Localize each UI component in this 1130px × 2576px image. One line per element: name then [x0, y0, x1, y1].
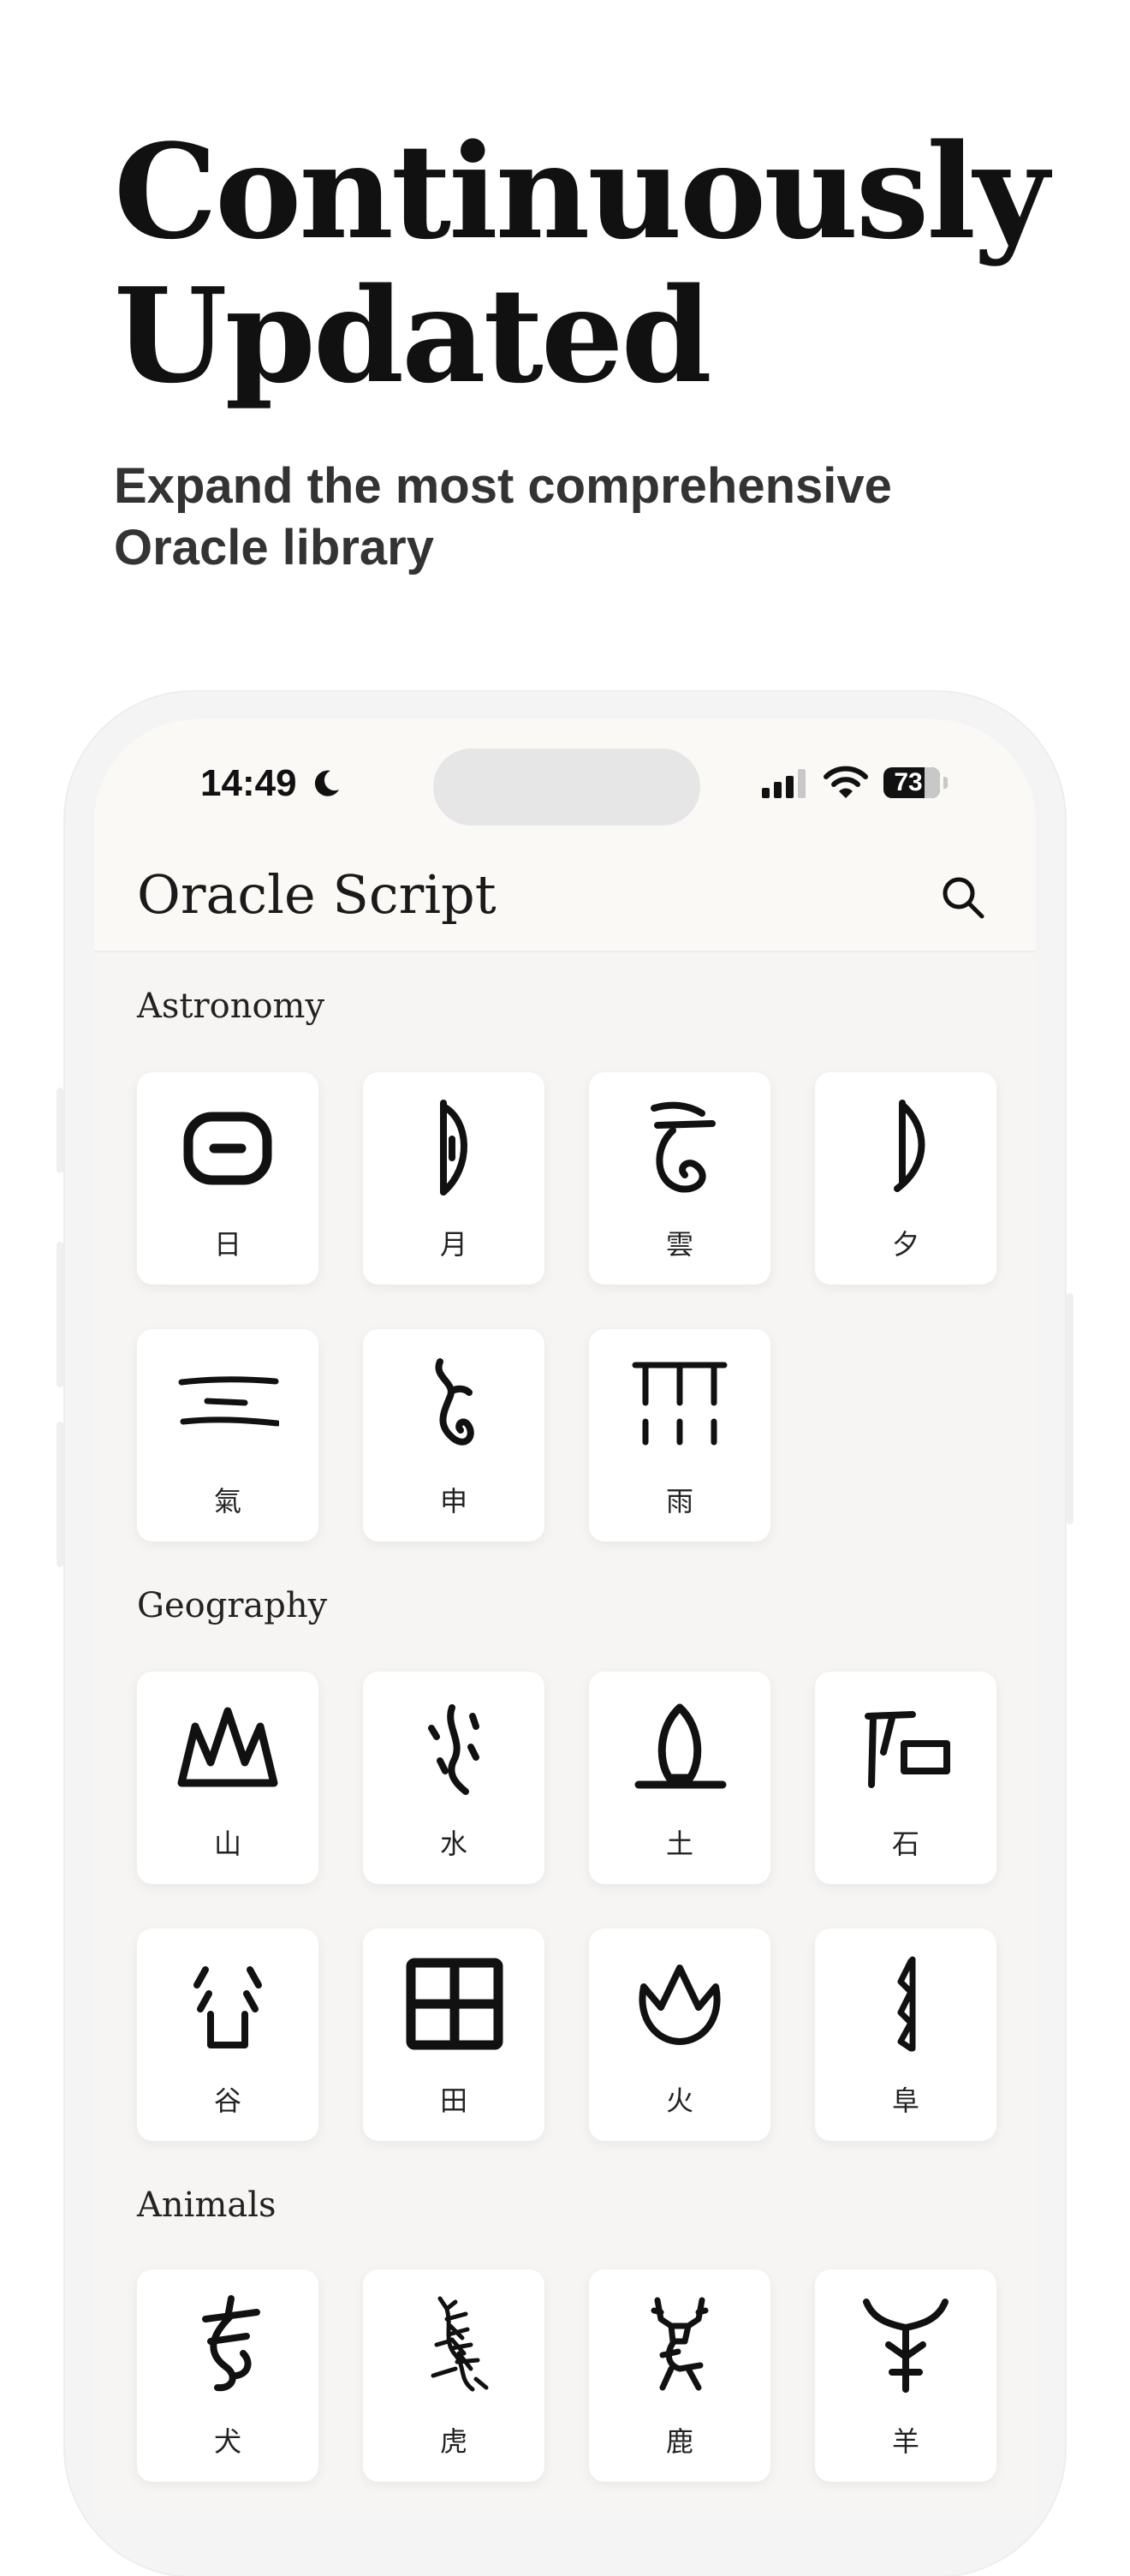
- phone-volume-down-button: [56, 1422, 63, 1567]
- oracle-glyph-tiger-icon: [431, 2296, 489, 2392]
- char-card-fu[interactable]: 阜: [815, 1929, 996, 2141]
- hero: Continuously Updated Expand the most com…: [114, 120, 1056, 579]
- section-title-geography: Geography: [137, 1586, 328, 1625]
- hero-subtitle: Expand the most comprehensive Oracle lib…: [114, 456, 1056, 579]
- hero-title-line1: Continuously: [114, 115, 1049, 268]
- oracle-glyph-sun-icon: [183, 1112, 272, 1185]
- phone-side-button: [56, 1088, 63, 1173]
- char-card-yu[interactable]: 雨: [589, 1329, 770, 1541]
- oracle-glyph-valley-icon: [193, 1966, 262, 2048]
- char-label: 虎: [439, 2425, 467, 2458]
- section-title-astronomy: Astronomy: [137, 987, 325, 1026]
- wifi-icon: [824, 766, 868, 798]
- char-card-yun[interactable]: 雲: [589, 1072, 770, 1285]
- oracle-glyph-qi-icon: [178, 1376, 279, 1427]
- char-label: 雲: [665, 1228, 693, 1261]
- char-label: 谷: [213, 2084, 241, 2117]
- char-label: 田: [439, 2084, 467, 2117]
- hero-title-line2: Updated: [114, 259, 712, 412]
- char-label: 日: [213, 1228, 241, 1261]
- char-card-huo[interactable]: 火: [589, 1929, 770, 2141]
- char-card-quan[interactable]: 犬: [137, 2269, 318, 2482]
- char-card-tu[interactable]: 土: [589, 1672, 770, 1884]
- char-card-shui[interactable]: 水: [363, 1672, 544, 1884]
- oracle-glyph-lightning-icon: [435, 1358, 474, 1446]
- oracle-glyph-deer-icon: [651, 2297, 709, 2391]
- char-card-xi[interactable]: 夕: [815, 1072, 996, 1285]
- char-label: 夕: [891, 1228, 919, 1261]
- battery-nub: [943, 777, 948, 789]
- char-label: 石: [891, 1828, 919, 1860]
- char-label: 申: [439, 1485, 467, 1518]
- char-label: 山: [213, 1828, 241, 1860]
- char-label: 犬: [213, 2425, 241, 2458]
- signal-icon: [762, 769, 806, 798]
- phone-volume-up-button: [56, 1242, 63, 1387]
- hero-subtitle-line2: Oracle library: [114, 520, 434, 575]
- char-label: 鹿: [665, 2425, 693, 2458]
- oracle-glyph-rain-icon: [632, 1362, 728, 1446]
- char-card-lu[interactable]: 鹿: [589, 2269, 770, 2482]
- char-label: 阜: [891, 2084, 919, 2117]
- oracle-glyph-cloud-icon: [651, 1101, 716, 1193]
- status-time: 14:49: [200, 762, 297, 804]
- char-card-yue[interactable]: 月: [363, 1072, 544, 1285]
- moon-icon: [314, 770, 339, 796]
- hero-subtitle-line1: Expand the most comprehensive: [114, 458, 892, 514]
- char-label: 氣: [213, 1485, 241, 1518]
- character-list[interactable]: Astronomy 日 月 雲 夕 氣 申 雨 Geography 山 水 土 …: [94, 952, 1036, 2518]
- app-header: Oracle Script: [94, 848, 1036, 952]
- char-card-hu[interactable]: 虎: [363, 2269, 544, 2482]
- battery-level: 73: [894, 768, 923, 796]
- char-card-qi[interactable]: 氣: [137, 1329, 318, 1541]
- oracle-glyph-stone-icon: [865, 1711, 950, 1788]
- char-card-ri[interactable]: 日: [137, 1072, 318, 1285]
- char-label: 土: [665, 1828, 693, 1860]
- oracle-glyph-field-icon: [406, 1958, 503, 2050]
- oracle-glyph-fire-icon: [639, 1965, 721, 2045]
- oracle-glyph-mound-icon: [897, 1956, 916, 2052]
- dynamic-island: [433, 748, 700, 826]
- phone-screen: 14:49 73 Oracle Script Astronomy 日 月 雲 夕…: [94, 719, 1036, 2518]
- oracle-glyph-dusk-icon: [894, 1100, 925, 1192]
- char-label: 水: [439, 1828, 467, 1860]
- oracle-glyph-dog-icon: [202, 2295, 260, 2392]
- char-card-gu[interactable]: 谷: [137, 1929, 318, 2141]
- char-label: 雨: [665, 1485, 693, 1518]
- search-icon[interactable]: [937, 872, 989, 923]
- phone-power-button: [1067, 1293, 1074, 1524]
- hero-title: Continuously Updated: [114, 120, 1056, 408]
- oracle-glyph-earth-icon: [634, 1703, 727, 1789]
- battery-icon: 73: [883, 767, 940, 798]
- app-title: Oracle Script: [137, 863, 497, 926]
- section-title-animals: Animals: [137, 2185, 277, 2225]
- char-card-tian[interactable]: 田: [363, 1929, 544, 2141]
- char-card-yang[interactable]: 羊: [815, 2269, 996, 2482]
- char-label: 月: [439, 1228, 467, 1261]
- oracle-glyph-moon-icon: [440, 1100, 467, 1196]
- char-card-shan[interactable]: 山: [137, 1672, 318, 1884]
- char-card-shen[interactable]: 申: [363, 1329, 544, 1541]
- oracle-glyph-water-icon: [428, 1704, 479, 1795]
- status-bar: 14:49 73: [94, 719, 1036, 826]
- char-card-shi[interactable]: 石: [815, 1672, 996, 1884]
- char-label: 羊: [891, 2425, 919, 2458]
- oracle-glyph-mountain-icon: [177, 1707, 278, 1787]
- char-label: 火: [665, 2084, 693, 2117]
- oracle-glyph-sheep-icon: [863, 2299, 949, 2393]
